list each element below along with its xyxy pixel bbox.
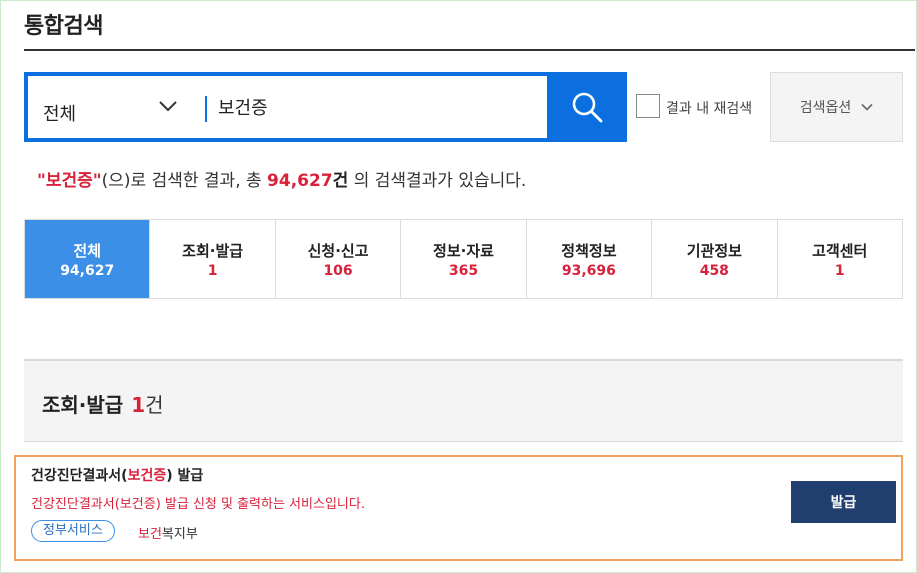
- search-scope-label: 전체: [43, 104, 77, 125]
- section-title: 조회·발급 1건: [42, 393, 164, 417]
- search-button[interactable]: [547, 72, 627, 142]
- page-title: 통합검색: [24, 14, 103, 39]
- tab-lookup-issue[interactable]: 조회·발급 1: [150, 220, 276, 298]
- search-input[interactable]: [218, 88, 538, 126]
- summary-total: 94,627: [267, 171, 333, 191]
- tab-customer-center[interactable]: 고객센터 1: [777, 220, 902, 298]
- search-icon: [572, 92, 603, 123]
- result-agency: 보건복지부: [138, 527, 198, 542]
- chevron-down-icon: [861, 103, 873, 111]
- research-checkbox[interactable]: [636, 94, 660, 118]
- service-type-badge: 정부서비스: [31, 520, 115, 542]
- issue-button[interactable]: 발급: [791, 481, 896, 523]
- search-divider: [205, 96, 207, 122]
- research-label: 결과 내 재검색: [666, 101, 753, 117]
- tab-agency-info[interactable]: 기관정보 458: [652, 220, 778, 298]
- tab-policy-info[interactable]: 정책정보 93,696: [526, 220, 653, 298]
- tab-info-data[interactable]: 정보·자료 365: [401, 220, 527, 298]
- title-divider: [24, 49, 915, 51]
- section-count: 1: [131, 393, 146, 417]
- result-title-link[interactable]: 건강진단결과서(보건증) 발급: [31, 465, 203, 485]
- result-item: 건강진단결과서(보건증) 발급 건강진단결과서(보건증) 발급 신청 및 출력하…: [14, 455, 903, 561]
- tab-all[interactable]: 전체 94,627: [25, 220, 151, 298]
- search-scope-select[interactable]: 전체: [28, 76, 203, 138]
- result-description: 건강진단결과서(보건증) 발급 신청 및 출력하는 서비스입니다.: [31, 497, 365, 512]
- result-summary: "보건증"(으)로 검색한 결과, 총 94,627건 의 검색결과가 있습니다…: [37, 171, 527, 191]
- search-bar: 전체: [24, 72, 627, 142]
- tab-apply-report[interactable]: 신청·신고 106: [275, 220, 402, 298]
- search-options-label: 검색옵션: [799, 99, 852, 115]
- summary-query: 보건증: [45, 171, 93, 191]
- category-tabs: 전체 94,627 조회·발급 1 신청·신고 106 정보·자료 365 정책…: [24, 219, 903, 299]
- search-options-button[interactable]: 검색옵션: [770, 72, 903, 142]
- chevron-down-icon: [159, 101, 177, 112]
- section-header: 조회·발급 1건: [24, 359, 903, 442]
